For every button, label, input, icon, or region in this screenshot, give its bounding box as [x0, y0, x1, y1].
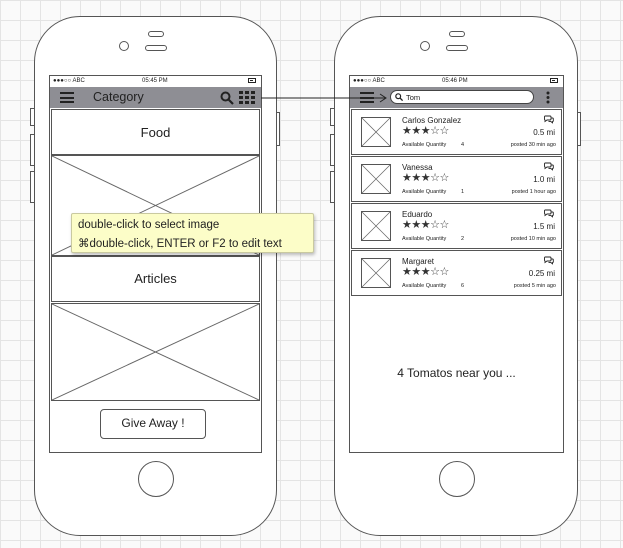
- hamburger-menu-icon[interactable]: [60, 92, 74, 103]
- chat-bubbles-icon[interactable]: [544, 115, 554, 124]
- quantity-label: Available Quantity: [402, 189, 447, 195]
- home-button[interactable]: [138, 461, 174, 497]
- posted-time: posted 5 min ago: [513, 283, 556, 289]
- chat-bubbles-icon[interactable]: [544, 162, 554, 171]
- category-articles[interactable]: Articles: [51, 256, 260, 302]
- grid-icon[interactable]: [239, 91, 256, 104]
- quantity-label: Available Quantity: [402, 142, 447, 148]
- quantity-value: 1: [461, 189, 465, 195]
- nav-bar: Tom: [350, 87, 563, 108]
- more-vertical-icon[interactable]: [546, 91, 550, 104]
- tooltip-line-2: ⌘double-click, ENTER or F2 to edit text: [78, 238, 282, 250]
- image-placeholder-icon: [361, 211, 391, 241]
- search-icon: [395, 93, 403, 101]
- status-time: 05:46 PM: [442, 78, 468, 84]
- search-icon[interactable]: [220, 91, 234, 105]
- speaker-grille: [449, 31, 465, 37]
- front-camera: [119, 41, 129, 51]
- quantity-label: Available Quantity: [402, 283, 447, 289]
- page-title: Category: [93, 90, 144, 104]
- quantity-value: 6: [461, 283, 465, 289]
- quantity-value: 4: [461, 142, 465, 148]
- search-field[interactable]: Tom: [390, 90, 534, 104]
- posted-time: posted 30 min ago: [510, 142, 556, 148]
- left-phone-frame: ●●●○○ ABC 05:45 PM Category Food Article…: [34, 16, 277, 536]
- list-item[interactable]: Vanessa ★★★☆☆ Available Quantity 1 1.0 mi pos…: [351, 156, 562, 202]
- right-phone-frame: ●●●○○ ABC 05:46 PM Tom Carlos Gonzalez ★★…: [334, 16, 578, 536]
- distance: 1.0 mi: [533, 175, 555, 184]
- status-time: 05:45 PM: [142, 78, 168, 84]
- speaker-grille: [446, 45, 468, 51]
- list-item[interactable]: Margaret ★★★☆☆ Available Quantity 6 0.25 mi p…: [351, 250, 562, 296]
- image-placeholder-icon: [361, 164, 391, 194]
- image-placeholder-icon: [361, 117, 391, 147]
- list-item[interactable]: Eduardo ★★★☆☆ Available Quantity 2 1.5 mi pos…: [351, 203, 562, 249]
- category-label: Food: [140, 125, 171, 140]
- search-input[interactable]: Tom: [406, 93, 420, 102]
- quantity-value: 2: [461, 236, 465, 242]
- speaker-grille: [148, 31, 164, 37]
- quantity-label: Available Quantity: [402, 236, 447, 242]
- battery-icon: [248, 78, 256, 83]
- carrier-label: ●●●○○ ABC: [353, 78, 385, 84]
- category-label: Articles: [134, 271, 177, 286]
- list-item[interactable]: Carlos Gonzalez ★★★☆☆ Available Quantity 4 0…: [351, 109, 562, 155]
- carrier-label: ●●●○○ ABC: [53, 78, 85, 84]
- speaker-grille: [145, 45, 167, 51]
- rating-stars: ★★★☆☆: [402, 219, 449, 231]
- image-placeholder-icon: [51, 303, 260, 401]
- image-placeholder-icon: [361, 258, 391, 288]
- rating-stars: ★★★☆☆: [402, 266, 449, 278]
- distance: 1.5 mi: [533, 222, 555, 231]
- distance: 0.25 mi: [528, 269, 555, 278]
- right-phone-screen: ●●●○○ ABC 05:46 PM Tom Carlos Gonzalez ★★…: [349, 75, 564, 453]
- hamburger-menu-icon[interactable]: [360, 92, 374, 103]
- home-button[interactable]: [439, 461, 475, 497]
- left-phone-screen: ●●●○○ ABC 05:45 PM Category Food Article…: [49, 75, 262, 453]
- battery-icon: [550, 78, 558, 83]
- posted-time: posted 10 min ago: [510, 236, 556, 242]
- rating-stars: ★★★☆☆: [402, 125, 449, 137]
- editor-tooltip: double-click to select image ⌘double-cli…: [71, 213, 314, 253]
- results-summary: 4 Tomatos near you ...: [397, 366, 516, 380]
- nav-bar: Category: [50, 87, 261, 108]
- chat-bubbles-icon[interactable]: [544, 209, 554, 218]
- category-food[interactable]: Food: [51, 109, 260, 155]
- chat-bubbles-icon[interactable]: [544, 256, 554, 265]
- tooltip-line-1: double-click to select image: [78, 219, 220, 231]
- give-away-button[interactable]: Give Away !: [100, 409, 206, 439]
- rating-stars: ★★★☆☆: [402, 172, 449, 184]
- front-camera: [420, 41, 430, 51]
- distance: 0.5 mi: [533, 128, 555, 137]
- posted-time: posted 1 hour ago: [511, 189, 556, 195]
